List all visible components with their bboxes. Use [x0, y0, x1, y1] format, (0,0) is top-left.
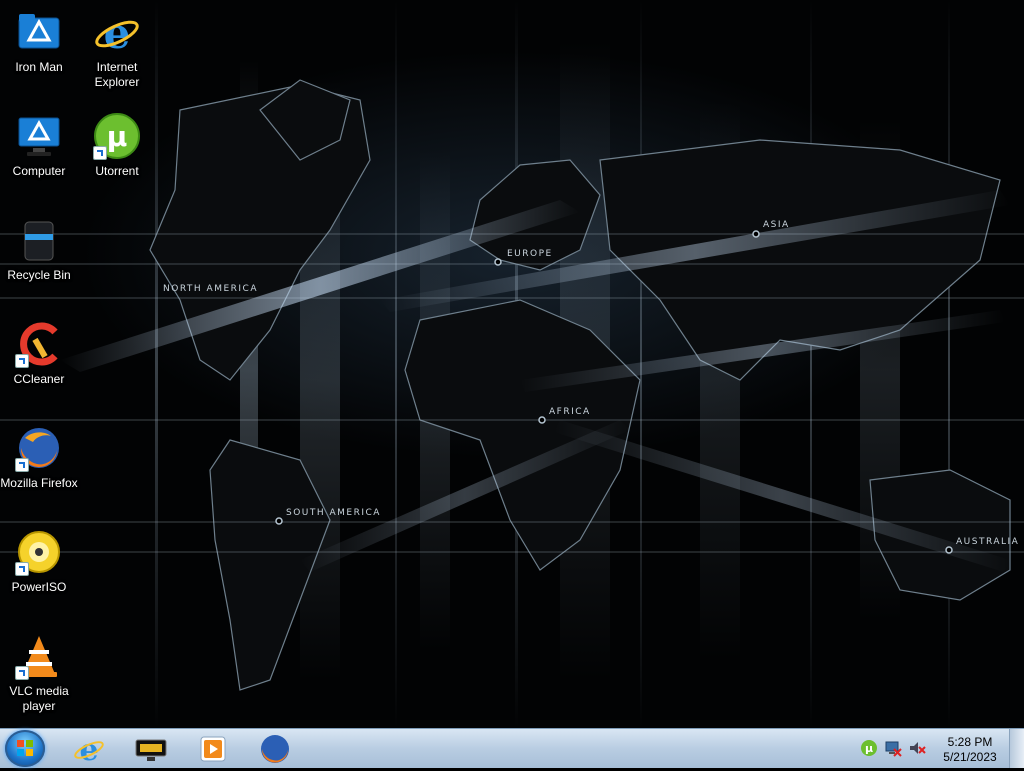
desktop-icon-label: Computer	[12, 164, 66, 178]
shortcut-arrow-icon	[15, 354, 29, 368]
svg-text:e: e	[104, 9, 131, 56]
recycle-bin-icon	[15, 216, 63, 264]
svg-text:µ: µ	[865, 742, 873, 755]
svg-text:e: e	[79, 733, 98, 766]
map-label-north-america: NORTH AMERICA	[163, 284, 258, 294]
desktop-icon-computer[interactable]: Computer	[0, 112, 78, 179]
desktop-icon-label: VLC media player	[9, 684, 69, 713]
taskbar-firefox-icon[interactable]	[258, 732, 292, 766]
map-label-south-america: SOUTH AMERICA	[286, 508, 381, 518]
desktop-icon-poweriso[interactable]: PowerISO	[0, 528, 78, 595]
taskbar: e µ 5:28 PM 5/21/2023	[0, 728, 1024, 768]
internet-explorer-icon: e	[93, 8, 141, 58]
map-label-australia: AUSTRALIA	[956, 537, 1020, 547]
desktop-icon-label: CCleaner	[13, 372, 65, 386]
desktop-icon-iron-man[interactable]: Iron Man	[0, 8, 78, 75]
desktop-icon-label: Mozilla Firefox	[0, 476, 78, 490]
desktop-icon-vlc-media-player[interactable]: VLC media player	[0, 632, 78, 714]
map-label-asia: ASIA	[763, 220, 790, 230]
shortcut-arrow-icon	[15, 458, 29, 472]
desktop-icon-mozilla-firefox[interactable]: Mozilla Firefox	[0, 424, 78, 491]
clock-date: 5/21/2023	[943, 750, 997, 764]
desktop[interactable]: NORTH AMERICA EUROPE ASIA AFRICA SOUTH A…	[0, 0, 1024, 728]
world-map-wallpaper	[0, 0, 1024, 728]
desktop-icon-internet-explorer[interactable]: e Internet Explorer	[78, 8, 156, 90]
desktop-icon-label: Recycle Bin	[7, 268, 71, 282]
utorrent-icon: µ	[93, 112, 141, 160]
desktop-icon-ccleaner[interactable]: CCleaner	[0, 320, 78, 387]
map-label-africa: AFRICA	[549, 407, 591, 417]
shortcut-arrow-icon	[15, 666, 29, 680]
start-orb-icon[interactable]	[5, 730, 45, 767]
utorrent-tray-icon[interactable]: µ	[860, 739, 878, 757]
desktop-icon-label: PowerISO	[11, 580, 67, 594]
taskbar-internet-explorer-icon[interactable]: e	[72, 732, 106, 768]
taskbar-media-center-icon[interactable]	[134, 732, 168, 766]
show-desktop-button[interactable]	[1009, 729, 1024, 768]
taskbar-media-player-icon[interactable]	[196, 732, 230, 766]
system-clock[interactable]: 5:28 PM 5/21/2023	[930, 735, 1010, 765]
desktop-icon-label: Iron Man	[15, 60, 63, 74]
network-icon[interactable]	[884, 739, 902, 757]
desktop-icon-recycle-bin[interactable]: Recycle Bin	[0, 216, 78, 283]
folder-icon	[15, 8, 63, 56]
desktop-icon-label: Utorrent	[95, 164, 139, 178]
vlc-icon	[15, 632, 63, 680]
ccleaner-icon	[15, 320, 63, 368]
desktop-icon-label: Internet Explorer	[94, 60, 140, 89]
shortcut-arrow-icon	[93, 146, 107, 160]
firefox-icon	[15, 424, 63, 472]
map-label-europe: EUROPE	[507, 249, 553, 259]
poweriso-icon	[15, 528, 63, 576]
clock-time: 5:28 PM	[947, 735, 993, 749]
shortcut-arrow-icon	[15, 562, 29, 576]
desktop-icon-utorrent[interactable]: µ Utorrent	[78, 112, 156, 179]
computer-icon	[15, 112, 63, 160]
volume-muted-icon[interactable]	[908, 739, 926, 757]
svg-text:µ: µ	[107, 120, 128, 153]
